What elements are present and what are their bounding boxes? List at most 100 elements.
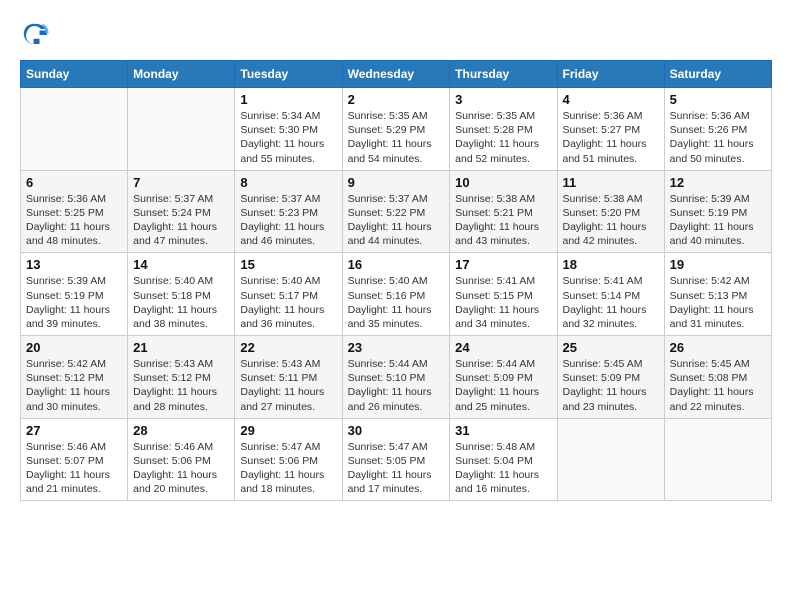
day-info: Sunrise: 5:35 AMSunset: 5:28 PMDaylight:…	[455, 110, 539, 165]
calendar-cell: 14Sunrise: 5:40 AMSunset: 5:18 PMDayligh…	[128, 253, 235, 336]
day-info: Sunrise: 5:35 AMSunset: 5:29 PMDaylight:…	[348, 110, 432, 165]
calendar-cell: 10 Sunrise: 5:38 AMSunset: 5:21 PMDayligh…	[450, 170, 557, 253]
week-row-3: 20 Sunrise: 5:42 AMSunset: 5:12 PMDayligh…	[21, 336, 772, 419]
day-info: Sunrise: 5:43 AMSunset: 5:12 PMDaylight:…	[133, 358, 217, 413]
calendar-cell: 17 Sunrise: 5:41 AMSunset: 5:15 PMDayligh…	[450, 253, 557, 336]
day-info: Sunrise: 5:48 AMSunset: 5:04 PMDaylight:…	[455, 441, 539, 496]
day-number: 12	[670, 175, 766, 190]
header-cell-monday: Monday	[128, 61, 235, 88]
day-info: Sunrise: 5:36 AMSunset: 5:25 PMDaylight:…	[26, 193, 110, 248]
header-cell-wednesday: Wednesday	[342, 61, 450, 88]
calendar-cell: 2 Sunrise: 5:35 AMSunset: 5:29 PMDaylight…	[342, 88, 450, 171]
header-cell-saturday: Saturday	[664, 61, 771, 88]
day-number: 6	[26, 175, 122, 190]
calendar-cell: 16 Sunrise: 5:40 AMSunset: 5:16 PMDayligh…	[342, 253, 450, 336]
calendar-cell: 18 Sunrise: 5:41 AMSunset: 5:14 PMDayligh…	[557, 253, 664, 336]
day-info: Sunrise: 5:42 AMSunset: 5:12 PMDaylight:…	[26, 358, 110, 413]
day-number: 30	[348, 423, 445, 438]
calendar-cell	[557, 418, 664, 501]
day-number: 3	[455, 92, 551, 107]
calendar-cell: 22 Sunrise: 5:43 AMSunset: 5:11 PMDayligh…	[235, 336, 342, 419]
header-cell-friday: Friday	[557, 61, 664, 88]
calendar-cell: 26 Sunrise: 5:45 AMSunset: 5:08 PMDayligh…	[664, 336, 771, 419]
calendar-cell: 23 Sunrise: 5:44 AMSunset: 5:10 PMDayligh…	[342, 336, 450, 419]
calendar-cell	[128, 88, 235, 171]
header-row: SundayMondayTuesdayWednesdayThursdayFrid…	[21, 61, 772, 88]
day-number: 17	[455, 257, 551, 272]
calendar-table: SundayMondayTuesdayWednesdayThursdayFrid…	[20, 60, 772, 501]
logo-icon	[20, 20, 50, 50]
day-number: 18	[563, 257, 659, 272]
day-info: Sunrise: 5:41 AMSunset: 5:15 PMDaylight:…	[455, 275, 539, 330]
calendar-cell: 29 Sunrise: 5:47 AMSunset: 5:06 PMDayligh…	[235, 418, 342, 501]
week-row-4: 27Sunrise: 5:46 AMSunset: 5:07 PMDayligh…	[21, 418, 772, 501]
day-info: Sunrise: 5:45 AMSunset: 5:09 PMDaylight:…	[563, 358, 647, 413]
calendar-cell: 12Sunrise: 5:39 AMSunset: 5:19 PMDayligh…	[664, 170, 771, 253]
calendar-cell: 11 Sunrise: 5:38 AMSunset: 5:20 PMDayligh…	[557, 170, 664, 253]
header-cell-tuesday: Tuesday	[235, 61, 342, 88]
day-number: 11	[563, 175, 659, 190]
calendar-cell: 15 Sunrise: 5:40 AMSunset: 5:17 PMDayligh…	[235, 253, 342, 336]
day-info: Sunrise: 5:46 AMSunset: 5:06 PMDaylight:…	[133, 441, 217, 496]
calendar-cell: 9 Sunrise: 5:37 AMSunset: 5:22 PMDaylight…	[342, 170, 450, 253]
calendar-cell: 21 Sunrise: 5:43 AMSunset: 5:12 PMDayligh…	[128, 336, 235, 419]
day-info: Sunrise: 5:37 AMSunset: 5:22 PMDaylight:…	[348, 193, 432, 248]
day-info: Sunrise: 5:44 AMSunset: 5:09 PMDaylight:…	[455, 358, 539, 413]
header-cell-sunday: Sunday	[21, 61, 128, 88]
week-row-2: 13 Sunrise: 5:39 AMSunset: 5:19 PMDayligh…	[21, 253, 772, 336]
day-number: 2	[348, 92, 445, 107]
calendar-cell: 28Sunrise: 5:46 AMSunset: 5:06 PMDayligh…	[128, 418, 235, 501]
calendar-cell: 25Sunrise: 5:45 AMSunset: 5:09 PMDayligh…	[557, 336, 664, 419]
calendar-cell: 1 Sunrise: 5:34 AMSunset: 5:30 PMDaylight…	[235, 88, 342, 171]
calendar-header: SundayMondayTuesdayWednesdayThursdayFrid…	[21, 61, 772, 88]
page-header	[20, 20, 772, 50]
calendar-cell: 6 Sunrise: 5:36 AMSunset: 5:25 PMDaylight…	[21, 170, 128, 253]
week-row-0: 1 Sunrise: 5:34 AMSunset: 5:30 PMDaylight…	[21, 88, 772, 171]
day-number: 22	[240, 340, 336, 355]
header-cell-thursday: Thursday	[450, 61, 557, 88]
day-info: Sunrise: 5:34 AMSunset: 5:30 PMDaylight:…	[240, 110, 324, 165]
day-info: Sunrise: 5:43 AMSunset: 5:11 PMDaylight:…	[240, 358, 324, 413]
day-info: Sunrise: 5:38 AMSunset: 5:21 PMDaylight:…	[455, 193, 539, 248]
day-info: Sunrise: 5:47 AMSunset: 5:06 PMDaylight:…	[240, 441, 324, 496]
calendar-cell	[664, 418, 771, 501]
day-info: Sunrise: 5:39 AMSunset: 5:19 PMDaylight:…	[26, 275, 110, 330]
day-info: Sunrise: 5:40 AMSunset: 5:17 PMDaylight:…	[240, 275, 324, 330]
calendar-cell: 31Sunrise: 5:48 AMSunset: 5:04 PMDayligh…	[450, 418, 557, 501]
day-info: Sunrise: 5:46 AMSunset: 5:07 PMDaylight:…	[26, 441, 110, 496]
calendar-cell: 8 Sunrise: 5:37 AMSunset: 5:23 PMDaylight…	[235, 170, 342, 253]
day-number: 20	[26, 340, 122, 355]
day-number: 23	[348, 340, 445, 355]
day-info: Sunrise: 5:42 AMSunset: 5:13 PMDaylight:…	[670, 275, 754, 330]
day-info: Sunrise: 5:40 AMSunset: 5:18 PMDaylight:…	[133, 275, 217, 330]
day-number: 19	[670, 257, 766, 272]
calendar-cell: 13 Sunrise: 5:39 AMSunset: 5:19 PMDayligh…	[21, 253, 128, 336]
day-info: Sunrise: 5:45 AMSunset: 5:08 PMDaylight:…	[670, 358, 754, 413]
week-row-1: 6 Sunrise: 5:36 AMSunset: 5:25 PMDaylight…	[21, 170, 772, 253]
day-number: 26	[670, 340, 766, 355]
day-info: Sunrise: 5:36 AMSunset: 5:26 PMDaylight:…	[670, 110, 754, 165]
day-number: 4	[563, 92, 659, 107]
day-number: 8	[240, 175, 336, 190]
day-number: 13	[26, 257, 122, 272]
day-info: Sunrise: 5:47 AMSunset: 5:05 PMDaylight:…	[348, 441, 432, 496]
day-number: 16	[348, 257, 445, 272]
day-info: Sunrise: 5:44 AMSunset: 5:10 PMDaylight:…	[348, 358, 432, 413]
day-number: 1	[240, 92, 336, 107]
day-number: 10	[455, 175, 551, 190]
day-number: 15	[240, 257, 336, 272]
day-info: Sunrise: 5:37 AMSunset: 5:23 PMDaylight:…	[240, 193, 324, 248]
calendar-cell: 3 Sunrise: 5:35 AMSunset: 5:28 PMDaylight…	[450, 88, 557, 171]
calendar-cell: 20 Sunrise: 5:42 AMSunset: 5:12 PMDayligh…	[21, 336, 128, 419]
calendar-cell: 19 Sunrise: 5:42 AMSunset: 5:13 PMDayligh…	[664, 253, 771, 336]
day-number: 9	[348, 175, 445, 190]
day-info: Sunrise: 5:38 AMSunset: 5:20 PMDaylight:…	[563, 193, 647, 248]
calendar-cell: 30 Sunrise: 5:47 AMSunset: 5:05 PMDayligh…	[342, 418, 450, 501]
logo	[20, 20, 54, 50]
day-info: Sunrise: 5:40 AMSunset: 5:16 PMDaylight:…	[348, 275, 432, 330]
day-info: Sunrise: 5:41 AMSunset: 5:14 PMDaylight:…	[563, 275, 647, 330]
calendar-cell: 24Sunrise: 5:44 AMSunset: 5:09 PMDayligh…	[450, 336, 557, 419]
calendar-cell	[21, 88, 128, 171]
day-number: 29	[240, 423, 336, 438]
day-number: 21	[133, 340, 229, 355]
